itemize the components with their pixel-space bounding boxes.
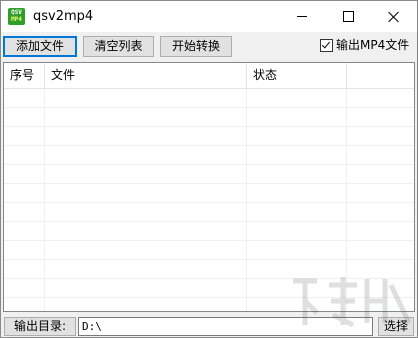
app-icon-line1: QSV bbox=[11, 9, 22, 16]
watermark-logo bbox=[293, 277, 412, 328]
column-header-status[interactable]: 状态 bbox=[247, 63, 347, 88]
app-icon-line2: MP4 bbox=[11, 16, 22, 23]
add-file-button[interactable]: 添加文件 bbox=[3, 36, 77, 57]
close-button[interactable] bbox=[371, 1, 417, 32]
clear-list-button[interactable]: 清空列表 bbox=[83, 36, 154, 57]
toolbar: 添加文件 清空列表 开始转换 输出MP4文件 bbox=[1, 32, 417, 59]
minimize-button[interactable] bbox=[279, 1, 325, 32]
column-divider bbox=[246, 89, 247, 311]
output-mp4-label: 输出MP4文件 bbox=[336, 38, 410, 52]
window-title: qsv2mp4 bbox=[33, 9, 94, 24]
file-list-header: 序号 文件 状态 bbox=[4, 63, 414, 89]
title-bar[interactable]: QSV MP4 qsv2mp4 bbox=[1, 1, 417, 32]
output-dir-label: 输出目录: bbox=[4, 317, 76, 336]
minimize-icon bbox=[297, 16, 307, 17]
column-header-filler bbox=[347, 63, 414, 88]
column-divider bbox=[44, 89, 45, 311]
start-convert-button[interactable]: 开始转换 bbox=[160, 36, 232, 57]
app-icon: QSV MP4 bbox=[8, 8, 25, 25]
close-icon bbox=[388, 11, 400, 23]
maximize-button[interactable] bbox=[325, 1, 371, 32]
app-window: QSV MP4 qsv2mp4 添加文件 清空列表 开始转换 输出MP4文件 序… bbox=[0, 0, 418, 338]
column-header-file[interactable]: 文件 bbox=[45, 63, 247, 88]
maximize-icon bbox=[342, 11, 354, 22]
output-mp4-checkbox[interactable] bbox=[320, 38, 333, 52]
output-mp4-option[interactable]: 输出MP4文件 bbox=[320, 38, 409, 52]
column-header-index[interactable]: 序号 bbox=[4, 63, 45, 88]
